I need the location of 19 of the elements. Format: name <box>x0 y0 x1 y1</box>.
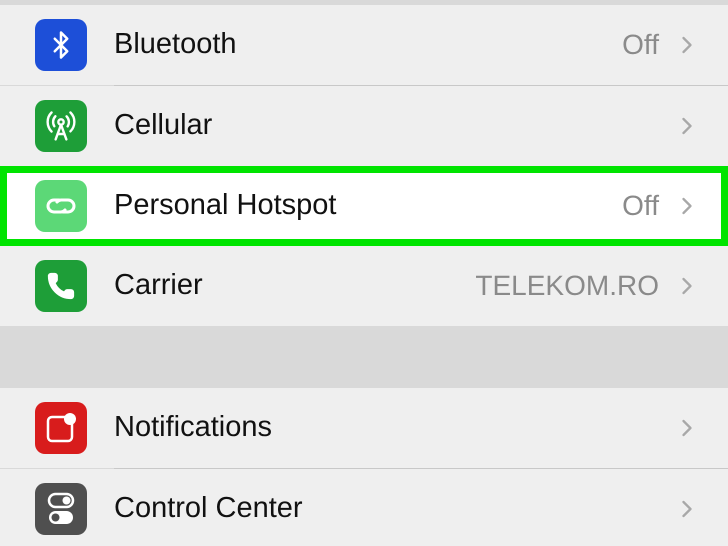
toggles-icon <box>46 491 76 527</box>
setting-value: Off <box>622 28 659 62</box>
setting-label: Personal Hotspot <box>114 188 336 224</box>
setting-label: Control Center <box>114 491 303 526</box>
settings-row[interactable]: Bluetooth Off <box>0 5 728 85</box>
notifications-icon <box>45 412 77 444</box>
setting-label: Cellular <box>114 108 212 144</box>
setting-value: TELEKOM.RO <box>475 269 659 303</box>
settings-row[interactable]: Cellular <box>0 86 728 166</box>
setting-label: Bluetooth <box>114 27 237 62</box>
settings-row[interactable]: Notifications <box>0 388 728 468</box>
highlighted-settings-row[interactable]: Personal Hotspot Off <box>0 166 728 246</box>
phone-icon <box>46 271 76 301</box>
setting-label: Carrier <box>114 268 203 304</box>
antenna-icon <box>45 110 77 142</box>
settings-row[interactable]: Carrier TELEKOM.RO <box>0 246 728 326</box>
setting-label: Notifications <box>114 410 272 446</box>
settings-row[interactable]: Control Center <box>0 469 728 546</box>
setting-value: Off <box>622 189 659 223</box>
